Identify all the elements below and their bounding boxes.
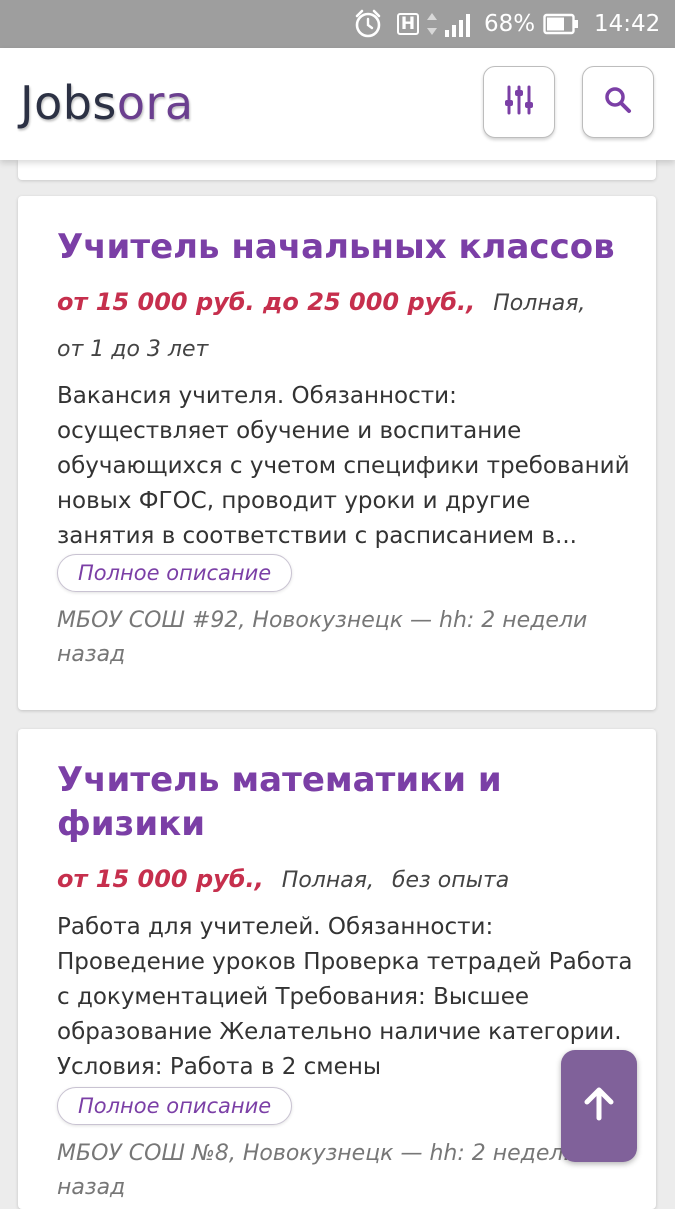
job-employment: Полная,	[493, 291, 586, 316]
jobsora-logo[interactable]: Jobsora	[20, 76, 194, 130]
data-arrows-icon	[425, 0, 439, 48]
job-salary: от 15 000 руб. до 25 000 руб.,	[57, 288, 476, 316]
app-header: Jobsora	[0, 48, 675, 160]
search-icon	[603, 85, 633, 119]
full-description-button[interactable]: Полное описание	[57, 554, 293, 592]
job-card: Учитель начальных классов от 15 000 руб.…	[18, 196, 656, 710]
job-meta: от 15 000 руб. до 25 000 руб., Полная, от…	[57, 279, 634, 373]
job-source: МБОУ СОШ №8, Новокузнецк — hh: 2 недели …	[57, 1141, 578, 1200]
job-description: Вакансия учителя. Обязанности: осуществл…	[57, 379, 634, 592]
filter-button[interactable]	[483, 66, 555, 138]
job-description-text: Вакансия учителя. Обязанности: осуществл…	[57, 383, 630, 549]
signal-icon	[444, 0, 476, 48]
arrow-up-icon	[582, 1086, 616, 1126]
job-salary: от 15 000 руб.,	[57, 865, 264, 893]
job-meta: от 15 000 руб., Полная, без опыта	[57, 856, 634, 904]
job-description-text: Работа для учителей. Обязанности: Провед…	[57, 914, 633, 1080]
logo-part-purple: ora	[116, 76, 194, 130]
clock-time: 14:42	[594, 11, 661, 37]
battery-percent: 68%	[484, 11, 536, 37]
job-description: Работа для учителей. Обязанности: Провед…	[57, 910, 634, 1125]
job-title[interactable]: Учитель математики и физики	[57, 729, 634, 846]
status-bar: H 68% 14:42	[0, 0, 675, 48]
network-type-icon: H	[397, 0, 419, 48]
alarm-icon	[352, 0, 384, 48]
search-button[interactable]	[582, 66, 654, 138]
network-letter: H	[397, 13, 419, 35]
job-title[interactable]: Учитель начальных классов	[57, 196, 634, 269]
job-experience: от 1 до 3 лет	[57, 337, 209, 362]
job-employment: Полная,	[281, 868, 374, 893]
full-description-button[interactable]: Полное описание	[57, 1087, 293, 1125]
job-source: МБОУ СОШ #92, Новокузнецк — hh: 2 недели…	[57, 608, 588, 667]
battery-icon	[543, 0, 579, 48]
job-experience: без опыта	[391, 868, 510, 893]
logo-part-dark: Jobs	[20, 76, 117, 130]
scroll-top-button[interactable]	[561, 1050, 637, 1162]
previous-card-edge	[18, 160, 656, 180]
sliders-icon	[502, 83, 536, 121]
